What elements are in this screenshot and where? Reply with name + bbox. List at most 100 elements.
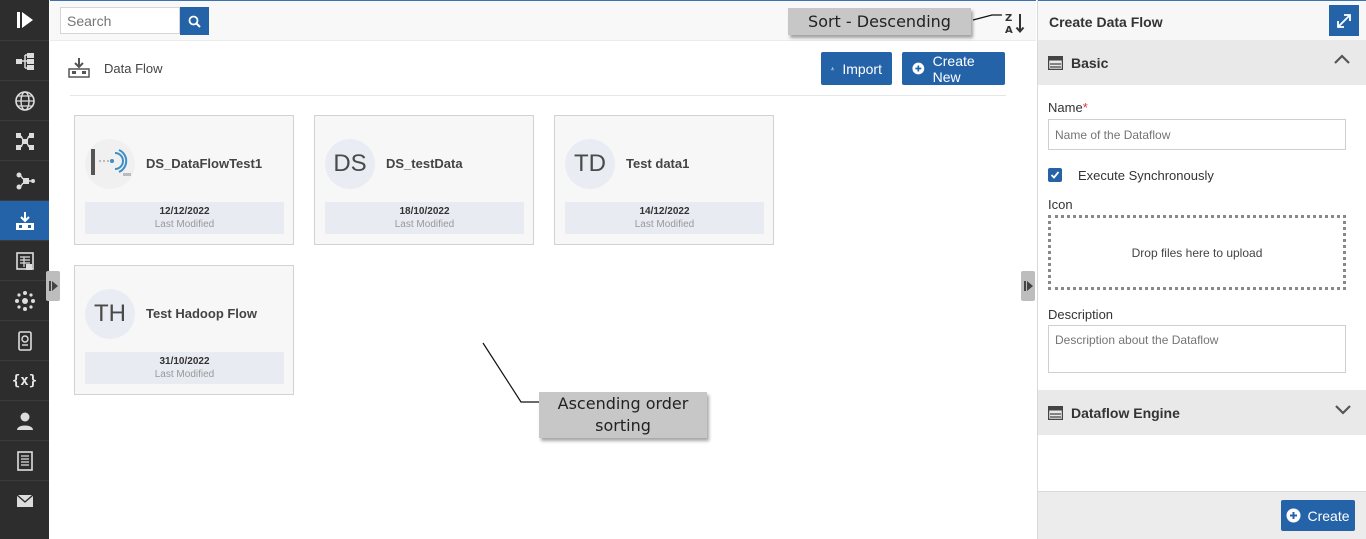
section-divider xyxy=(70,95,1006,96)
left-nav-rail: {x} xyxy=(0,0,49,539)
search-input[interactable] xyxy=(60,7,180,34)
rail-item-mobile[interactable] xyxy=(0,320,49,360)
card-title: DS_DataFlowTest1 xyxy=(146,156,263,171)
collapse-arrow-icon xyxy=(1023,281,1033,291)
card-meta: 18/10/2022 Last Modified xyxy=(325,202,524,234)
basic-section-toggle[interactable]: Basic xyxy=(1038,40,1366,85)
right-collapse-toggle[interactable] xyxy=(1021,271,1035,301)
basic-section-label: Basic xyxy=(1048,55,1108,71)
card-title: Test Hadoop Flow xyxy=(146,306,257,321)
rail-item-network[interactable] xyxy=(0,120,49,160)
variables-icon: {x} xyxy=(11,372,38,389)
sort-button[interactable]: ZA xyxy=(1004,11,1026,36)
card-date: 14/12/2022 xyxy=(639,206,690,217)
expand-button[interactable] xyxy=(1329,5,1359,36)
rail-item-report[interactable] xyxy=(0,240,49,280)
basic-label: Basic xyxy=(1071,54,1109,71)
download-icon xyxy=(831,67,835,71)
chevron-down-icon xyxy=(1335,405,1351,415)
icon-dropzone[interactable]: Drop files here to upload xyxy=(1048,215,1346,290)
execute-sync-checkbox[interactable] xyxy=(1048,168,1062,182)
dataflow-icon xyxy=(15,211,34,230)
create-new-button[interactable]: Create New xyxy=(902,52,1005,85)
ascending-sort-callout: Ascending order sorting xyxy=(539,392,707,438)
card-meta: 31/10/2022 Last Modified xyxy=(85,352,284,384)
name-label: Name* xyxy=(1048,100,1088,115)
card-title: Test data1 xyxy=(626,156,690,171)
card-meta-label: Last Modified xyxy=(154,369,215,380)
card-avatar: TH xyxy=(85,289,135,339)
create-button[interactable]: Create xyxy=(1281,500,1355,531)
card-meta: 12/12/2022 Last Modified xyxy=(85,202,284,234)
rail-item-cluster[interactable] xyxy=(0,280,49,320)
sort-descending-callout: Sort - Descending xyxy=(788,8,971,35)
search-button[interactable] xyxy=(180,7,209,35)
import-button[interactable]: Import xyxy=(821,52,892,85)
mail-icon xyxy=(16,493,33,507)
panel-header: Create Data Flow xyxy=(1038,0,1366,40)
dataflow-card[interactable]: TH Test Hadoop Flow 31/10/2022 Last Modi… xyxy=(74,265,294,395)
report-icon xyxy=(15,251,34,270)
document-icon xyxy=(16,450,33,471)
required-mark: * xyxy=(1082,100,1088,115)
create-new-label: Create New xyxy=(932,52,975,85)
hierarchy-icon xyxy=(15,52,34,70)
svg-text:Z: Z xyxy=(1005,13,1012,24)
card-date: 12/12/2022 xyxy=(159,206,210,217)
card-title: DS_testData xyxy=(386,156,463,171)
create-dataflow-panel: Create Data Flow Basic Name* Execute Syn… xyxy=(1037,0,1366,539)
card-avatar: TD xyxy=(565,139,615,189)
checkmark-icon xyxy=(1050,171,1060,179)
rail-item-document[interactable] xyxy=(0,440,49,480)
thumbnail-image-icon xyxy=(91,149,131,176)
rail-item-variables[interactable]: {x} xyxy=(0,360,49,400)
name-input[interactable] xyxy=(1048,119,1346,150)
logo-icon xyxy=(16,12,33,28)
panel-footer: Create xyxy=(1038,491,1366,539)
engine-section-toggle[interactable]: Dataflow Engine xyxy=(1038,390,1366,435)
card-date: 18/10/2022 xyxy=(399,206,450,217)
execute-sync-label: Execute Synchronously xyxy=(1078,168,1214,183)
section-header: Data Flow xyxy=(68,57,163,79)
card-meta: 14/12/2022 Last Modified xyxy=(565,202,764,234)
panel-title: Create Data Flow xyxy=(1049,14,1163,30)
name-label-text: Name xyxy=(1048,100,1083,115)
globe-icon xyxy=(14,90,35,111)
engine-label: Dataflow Engine xyxy=(1071,404,1180,421)
section-list-icon xyxy=(1048,405,1063,420)
collapse-arrow-icon xyxy=(48,281,58,291)
rail-item-globe[interactable] xyxy=(0,80,49,120)
import-label: Import xyxy=(842,60,882,77)
section-list-icon xyxy=(1048,55,1063,70)
icon-label: Icon xyxy=(1048,197,1073,212)
card-meta-label: Last Modified xyxy=(154,219,215,230)
description-label: Description xyxy=(1048,307,1114,322)
rail-item-mail[interactable] xyxy=(0,480,49,520)
sort-za-icon: ZA xyxy=(1005,13,1025,36)
network-icon xyxy=(15,132,34,150)
svg-text:A: A xyxy=(1005,25,1013,35)
dataflow-card[interactable]: DS_DataFlowTest1 12/12/2022 Last Modifie… xyxy=(74,115,294,245)
chevron-up-icon xyxy=(1334,54,1350,64)
dataflow-icon xyxy=(68,58,90,78)
card-meta-label: Last Modified xyxy=(394,219,455,230)
rail-item-dataflow[interactable] xyxy=(0,200,49,240)
engine-section-label: Dataflow Engine xyxy=(1048,405,1180,421)
create-label: Create xyxy=(1307,507,1350,524)
rail-item-hierarchy[interactable] xyxy=(0,40,49,80)
dataflow-card[interactable]: DS DS_testData 18/10/2022 Last Modified xyxy=(314,115,534,245)
card-thumbnail xyxy=(85,139,135,189)
expand-icon xyxy=(1337,13,1351,28)
card-date: 31/10/2022 xyxy=(159,356,210,367)
left-collapse-toggle[interactable] xyxy=(46,271,60,301)
rail-item-flow[interactable] xyxy=(0,160,49,200)
rail-item-user[interactable] xyxy=(0,400,49,440)
card-meta-label: Last Modified xyxy=(634,219,695,230)
mobile-icon xyxy=(17,330,32,351)
description-input[interactable] xyxy=(1048,325,1346,373)
card-avatar: DS xyxy=(325,139,375,189)
dataflow-card[interactable]: TD Test data1 14/12/2022 Last Modified xyxy=(554,115,774,245)
page-title: Data Flow xyxy=(104,60,163,76)
flow-icon xyxy=(16,172,35,189)
app-logo[interactable] xyxy=(0,0,49,40)
